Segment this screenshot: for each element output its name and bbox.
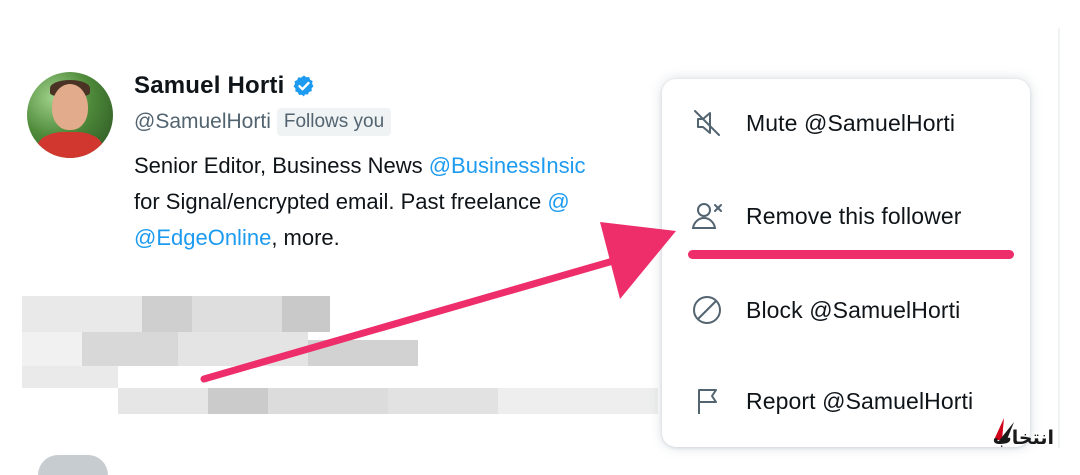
menu-item-label: Report @SamuelHorti <box>746 387 974 414</box>
follows-you-badge: Follows you <box>276 108 392 136</box>
report-flag-icon <box>690 384 724 418</box>
menu-item-label: Mute @SamuelHorti <box>746 109 956 136</box>
bio-mention-link[interactable]: @ <box>547 189 569 214</box>
mute-icon <box>690 106 724 140</box>
content-divider <box>1058 28 1060 448</box>
remove-follower-icon <box>690 199 724 233</box>
menu-item-block[interactable]: Block @SamuelHorti <box>662 280 1030 340</box>
bio-line-1: Senior Editor, Business News @BusinessIn… <box>134 153 586 179</box>
menu-item-remove-follower[interactable]: Remove this follower <box>662 186 1030 246</box>
bio-mention-link[interactable]: @BusinessInsic <box>429 153 586 178</box>
pixel-block <box>142 296 192 332</box>
bio-text: , more. <box>271 225 340 250</box>
pixel-block <box>22 296 142 332</box>
avatar[interactable] <box>27 72 113 158</box>
display-name[interactable]: Samuel Horti <box>134 72 284 100</box>
pixel-block <box>22 366 118 388</box>
pixel-block <box>308 340 418 366</box>
more-options-menu: Mute @SamuelHorti Remove this follower B… <box>662 79 1030 447</box>
bio-text: for Signal/encrypted email. Past freelan… <box>134 189 548 214</box>
profile-handle-row: @SamuelHorti Follows you <box>134 108 392 136</box>
watermark-logo: انتخاب <box>990 410 1056 450</box>
pixel-block <box>388 388 498 414</box>
pixel-block <box>22 332 82 366</box>
pixel-block <box>118 388 208 414</box>
pixel-block <box>282 296 330 332</box>
bio-line-3: @EdgeOnline, more. <box>134 225 340 251</box>
pixel-block <box>268 388 388 414</box>
pixel-block <box>178 332 308 366</box>
profile-name-row: Samuel Horti <box>134 72 316 100</box>
watermark-text: انتخاب <box>993 427 1054 449</box>
handle[interactable]: @SamuelHorti <box>134 110 271 134</box>
verified-badge-icon <box>292 74 316 98</box>
pixel-block <box>208 388 268 414</box>
pixel-block <box>498 388 658 414</box>
menu-item-label: Block @SamuelHorti <box>746 296 961 323</box>
avatar-shirt <box>37 132 103 158</box>
menu-item-report[interactable]: Report @SamuelHorti <box>662 371 1030 431</box>
pixel-block <box>82 332 178 366</box>
bio-text: Senior Editor, Business News <box>134 153 429 178</box>
avatar-face <box>52 84 88 130</box>
menu-item-label: Remove this follower <box>746 202 962 229</box>
bio-mention-link[interactable]: @EdgeOnline <box>134 225 271 250</box>
bio-line-2: for Signal/encrypted email. Past freelan… <box>134 189 570 215</box>
pixel-block <box>192 296 282 332</box>
next-avatar <box>38 455 108 475</box>
block-icon <box>690 293 724 327</box>
annotation-underline <box>688 250 1014 259</box>
menu-item-mute[interactable]: Mute @SamuelHorti <box>662 93 1030 153</box>
